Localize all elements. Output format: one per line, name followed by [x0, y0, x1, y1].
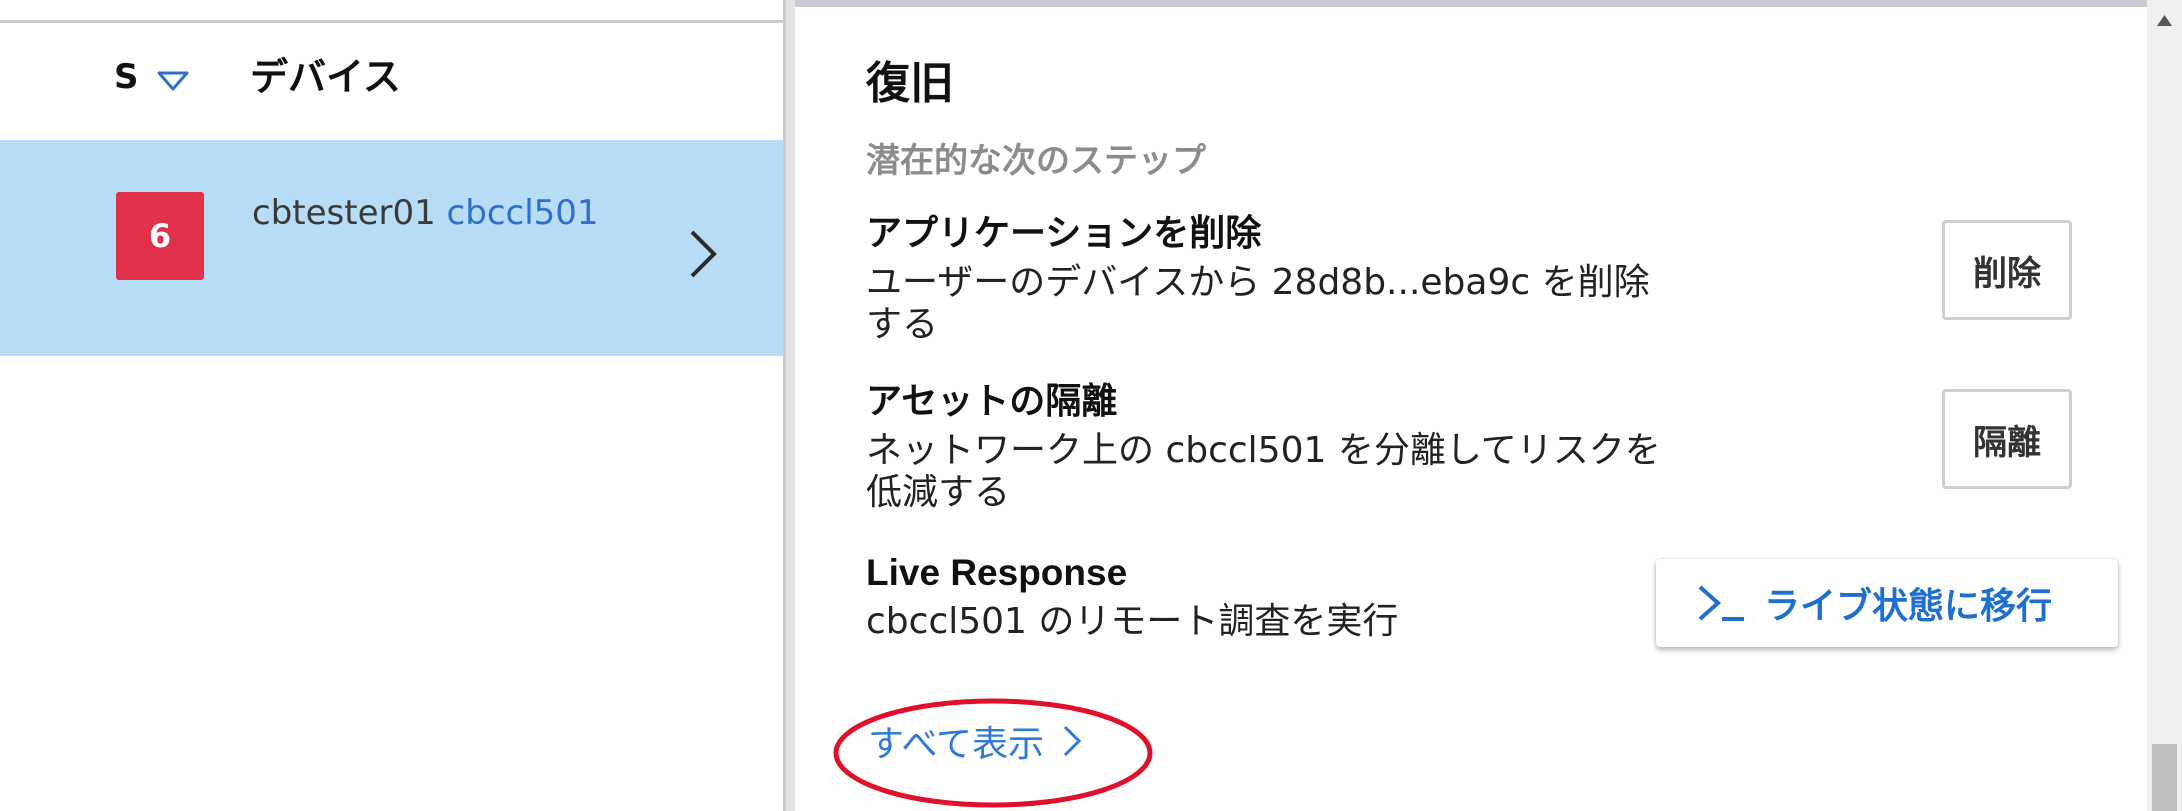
device-list-pane: [0, 0, 783, 811]
see-all-link[interactable]: すべて表示: [868, 715, 1082, 767]
pane-splitter[interactable]: [783, 0, 795, 811]
row-user: cbtester01: [252, 193, 436, 233]
left-divider: [0, 20, 783, 23]
section-subtitle: 潜在的な次のステップ: [866, 141, 1206, 181]
severity-badge: 6: [116, 192, 204, 280]
panel-top-border: [795, 0, 2147, 7]
action-isolate-title: アセットの隔離: [866, 381, 1118, 422]
remove-button[interactable]: 削除: [1942, 220, 2072, 320]
go-live-button[interactable]: ライブ状態に移行: [1656, 559, 2118, 647]
go-live-label: ライブ状態に移行: [1764, 586, 2053, 627]
action-remove-app-title: アプリケーションを削除: [866, 213, 1262, 254]
device-column-header[interactable]: デバイス: [250, 58, 401, 96]
action-isolate-description: ネットワーク上の cbccl501 を分離してリスクを低減する: [866, 430, 1661, 514]
chevron-right-icon: [1063, 725, 1082, 757]
action-remove-app-description: ユーザーのデバイスから 28d8b...eba9c を削除する: [866, 262, 1650, 346]
isolate-button[interactable]: 隔離: [1942, 389, 2072, 489]
chevron-right-icon[interactable]: [686, 228, 720, 280]
scrollbar-thumb[interactable]: [2152, 744, 2177, 811]
terminal-prompt-icon: [1698, 585, 1744, 621]
sort-descending-icon[interactable]: [156, 70, 190, 92]
severity-column-header[interactable]: S: [114, 60, 139, 94]
scroll-up-arrow-icon[interactable]: [2147, 0, 2182, 40]
row-device-link[interactable]: cbccl501: [447, 193, 599, 233]
action-live-response-description: cbccl501 のリモート調査を実行: [866, 601, 1399, 642]
see-all-label: すべて表示: [868, 724, 1045, 765]
action-live-response-title: Live Response: [866, 552, 1128, 593]
row-device-info: cbtester01 cbccl501: [252, 193, 599, 234]
section-title: 復旧: [866, 58, 954, 109]
vertical-scrollbar[interactable]: [2147, 0, 2182, 811]
